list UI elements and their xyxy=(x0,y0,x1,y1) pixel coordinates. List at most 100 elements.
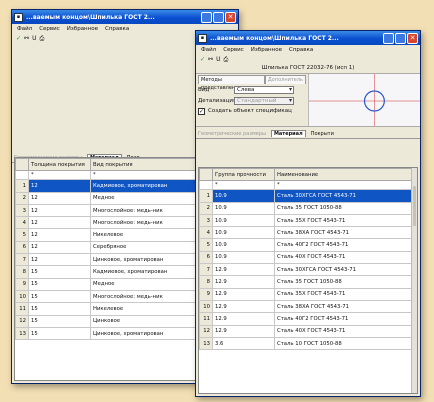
lock-icon[interactable]: U xyxy=(216,56,220,63)
table-cell[interactable]: 15 xyxy=(28,289,91,304)
table-cell[interactable]: 15 xyxy=(28,314,91,328)
tab-material[interactable]: Материал xyxy=(270,130,306,137)
table-cell[interactable]: Сталь 38ХА ГОСТ 4543-71 xyxy=(274,299,417,314)
create-spec-label: Создать объект спецификац xyxy=(208,108,292,114)
title-bar[interactable]: ▪ ...ваемым концом\Шпилька ГОСТ 2... ✕ xyxy=(12,10,238,24)
minimize-button[interactable] xyxy=(383,32,394,44)
table-row[interactable]: 9 12.9 Сталь 35Х ГОСТ 4543-71 xyxy=(199,287,417,301)
table-row[interactable]: 8 12.9 Сталь 35 ГОСТ 1050-88 xyxy=(199,275,417,289)
table-cell[interactable]: 10.9 xyxy=(212,213,275,228)
create-spec-checkbox[interactable]: ✓ Создать объект спецификац xyxy=(198,106,306,116)
menu-file[interactable]: Файл xyxy=(17,26,32,32)
view-select[interactable]: Слева xyxy=(234,86,294,94)
table-cell[interactable]: Сталь 10 ГОСТ 1050-88 xyxy=(274,336,417,351)
menu-help[interactable]: Справка xyxy=(105,26,129,32)
table-cell[interactable]: 12.9 xyxy=(212,263,275,277)
menu-favorites[interactable]: Избранное xyxy=(251,47,282,53)
row-number: 2 xyxy=(199,201,213,215)
binoculars-icon[interactable]: ⚯ xyxy=(24,35,29,42)
filter-cell[interactable]: * xyxy=(28,170,91,181)
table-row[interactable]: 7 12.9 Сталь 30ХГСА ГОСТ 4543-71 xyxy=(199,263,417,277)
table-cell[interactable]: 12 xyxy=(28,253,91,267)
menu-favorites[interactable]: Избранное xyxy=(67,26,98,32)
row-number: 9 xyxy=(15,277,29,291)
table-row[interactable]: 2 10.9 Сталь 35 ГОСТ 1050-88 xyxy=(199,201,417,215)
table-row[interactable]: 3 10.9 Сталь 35Х ГОСТ 4543-71 xyxy=(199,213,417,228)
table-cell[interactable]: 12.9 xyxy=(212,275,275,289)
table-row[interactable]: 1 10.9 Сталь 30ХГСА ГОСТ 4543-71 xyxy=(199,189,417,203)
menu-help[interactable]: Справка xyxy=(289,47,313,53)
table-cell[interactable]: Сталь 38ХА ГОСТ 4543-71 xyxy=(274,226,417,240)
table-cell[interactable]: 10.9 xyxy=(212,201,275,215)
table-row[interactable]: 6 10.9 Сталь 40Х ГОСТ 4543-71 xyxy=(199,250,417,265)
table-row[interactable]: 11 12.9 Сталь 40Г2 ГОСТ 4543-71 xyxy=(199,312,417,326)
binoculars-icon[interactable]: ⚯ xyxy=(208,56,213,63)
table-cell[interactable]: 12 xyxy=(28,216,91,230)
maximize-button[interactable] xyxy=(395,32,406,44)
table-cell[interactable]: 12 xyxy=(28,203,91,218)
table-cell[interactable]: 12 xyxy=(28,191,91,205)
menu-service[interactable]: Сервис xyxy=(39,26,60,32)
table-cell[interactable]: 12.9 xyxy=(212,324,275,338)
grid-tabs: Геометрические размеры Материал Покрыти xyxy=(196,129,420,139)
table-cell[interactable]: 12 xyxy=(28,179,91,193)
tab-methods[interactable]: Методы представления xyxy=(198,75,265,91)
tab-geometry[interactable]: Геометрические размеры xyxy=(198,131,266,137)
table-row[interactable]: 10 12.9 Сталь 38ХА ГОСТ 4543-71 xyxy=(199,299,417,314)
table-cell[interactable]: 10.9 xyxy=(212,226,275,240)
table-row[interactable]: 4 10.9 Сталь 38ХА ГОСТ 4543-71 xyxy=(199,226,417,240)
table-row[interactable]: 12 12.9 Сталь 40Х ГОСТ 4543-71 xyxy=(199,324,417,338)
table-cell[interactable]: Сталь 40Г2 ГОСТ 4543-71 xyxy=(274,312,417,326)
title-bar[interactable]: ▪ ...ваемым концом\Шпилька ГОСТ 2... ✕ xyxy=(196,31,420,45)
table-cell[interactable]: 12.9 xyxy=(212,287,275,301)
print-icon[interactable]: ⎙ xyxy=(39,35,44,43)
table-cell[interactable]: 15 xyxy=(28,302,91,316)
table-cell[interactable]: Сталь 40Х ГОСТ 4543-71 xyxy=(274,324,417,338)
window-front[interactable]: ▪ ...ваемым концом\Шпилька ГОСТ 2... ✕ Ф… xyxy=(195,30,421,397)
close-button[interactable]: ✕ xyxy=(407,32,418,44)
table-cell[interactable]: 12 xyxy=(28,240,91,255)
apply-icon[interactable]: ✓ xyxy=(16,35,21,42)
filter-cell[interactable]: * xyxy=(212,180,275,191)
menu-service[interactable]: Сервис xyxy=(223,47,244,53)
scrollbar[interactable] xyxy=(411,168,417,393)
table-cell[interactable]: 15 xyxy=(28,265,91,279)
table-cell[interactable]: 3.6 xyxy=(212,336,275,351)
apply-icon[interactable]: ✓ xyxy=(200,56,205,63)
tab-additional[interactable]: Дополнитель xyxy=(264,75,306,84)
column-header[interactable]: Наименование xyxy=(274,168,417,182)
column-header[interactable]: Толщина покрытия xyxy=(28,158,91,172)
close-button[interactable]: ✕ xyxy=(225,11,236,23)
table-cell[interactable]: Сталь 35 ГОСТ 1050-88 xyxy=(274,201,417,215)
detail-select[interactable]: Стандартный xyxy=(234,97,294,105)
table-cell[interactable]: 12.9 xyxy=(212,312,275,326)
table-cell[interactable]: Сталь 35Х ГОСТ 4543-71 xyxy=(274,213,417,228)
column-header[interactable]: Группа прочности xyxy=(212,168,275,182)
table-cell[interactable]: 10.9 xyxy=(212,238,275,252)
table-row[interactable]: 13 3.6 Сталь 10 ГОСТ 1050-88 xyxy=(199,336,417,351)
maximize-button[interactable] xyxy=(213,11,224,23)
print-icon[interactable]: ⎙ xyxy=(223,56,228,64)
table-cell[interactable]: 10.9 xyxy=(212,250,275,265)
table-row[interactable]: 5 10.9 Сталь 40Г2 ГОСТ 4543-71 xyxy=(199,238,417,252)
filter-cell[interactable]: * xyxy=(274,180,417,191)
row-number: 3 xyxy=(15,203,29,218)
checkbox-icon[interactable]: ✓ xyxy=(198,107,205,115)
table-cell[interactable]: 10.9 xyxy=(212,189,275,203)
table-cell[interactable]: 12 xyxy=(28,228,91,242)
table-cell[interactable]: 15 xyxy=(28,277,91,291)
table-cell[interactable]: Сталь 40Х ГОСТ 4543-71 xyxy=(274,250,417,265)
minimize-button[interactable] xyxy=(201,11,212,23)
toolbar: ✓ ⚯ U ⎙ xyxy=(196,55,420,64)
lock-icon[interactable]: U xyxy=(32,35,36,42)
table-cell[interactable]: Сталь 40Г2 ГОСТ 4543-71 xyxy=(274,238,417,252)
menu-file[interactable]: Файл xyxy=(201,47,216,53)
table-cell[interactable]: 12.9 xyxy=(212,299,275,314)
table-cell[interactable]: Сталь 35 ГОСТ 1050-88 xyxy=(274,275,417,289)
table-cell[interactable]: Сталь 30ХГСА ГОСТ 4543-71 xyxy=(274,189,417,203)
table-cell[interactable]: Сталь 35Х ГОСТ 4543-71 xyxy=(274,287,417,301)
table-cell[interactable]: 15 xyxy=(28,326,91,341)
table-cell[interactable]: Сталь 30ХГСА ГОСТ 4543-71 xyxy=(274,263,417,277)
row-number: 12 xyxy=(199,324,213,338)
tab-coating[interactable]: Покрыти xyxy=(311,131,334,137)
